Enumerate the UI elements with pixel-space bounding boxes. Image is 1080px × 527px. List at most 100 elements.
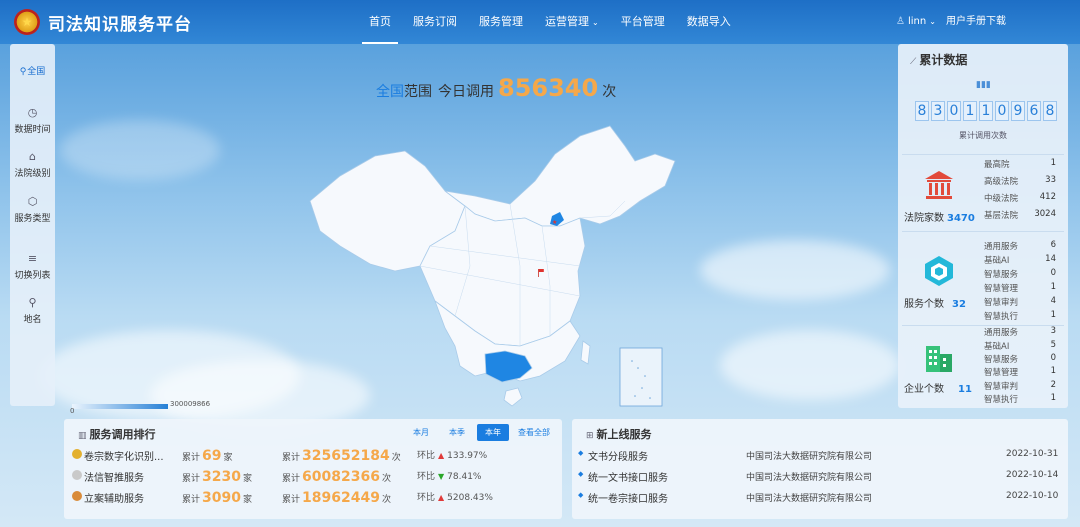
kv-name: 智慧管理 [984, 368, 1019, 378]
ratio: 环比 ▲ 133.97% [417, 448, 487, 461]
hexagon-icon: ⬡ [27, 195, 38, 208]
location-pin-icon: ⚲ [19, 67, 27, 77]
sidebar-item-service-type[interactable]: ⬡ 服务类型 [10, 195, 55, 224]
panel-title-text: 新上线服务 [596, 428, 652, 441]
sidebar-item-court-level[interactable]: ⌂ 法院级别 [10, 150, 55, 179]
court-total: 累计 3230 家 [182, 469, 252, 485]
court-count: 69 [202, 448, 222, 464]
map-region-taiwan[interactable] [580, 340, 591, 365]
court-count: 3090 [202, 490, 241, 506]
south-sea-inset[interactable] [619, 347, 663, 407]
background-cloud [720, 330, 900, 400]
enterprise-type-row: 智慧审判 2 [984, 380, 1056, 394]
sidebar-item-data-time[interactable]: ◷ 数据时间 [10, 106, 55, 135]
enterprise-type-row: 智慧服务 0 [984, 353, 1056, 367]
counter-digit: 9 [1011, 101, 1025, 121]
tab-this-month[interactable]: 本月 [405, 424, 437, 441]
new-services-panel: ⊞ 新上线服务 ◆ 文书分段服务 中国司法大数据研究院有限公司 2022-10-3… [572, 419, 1068, 519]
panel-title-text: 服务调用排行 [89, 428, 156, 441]
kv-value: 1 [1050, 393, 1056, 403]
user-menu[interactable]: ♙ linn ⌄ [896, 0, 936, 44]
stat-label: 法院家数 [904, 213, 944, 224]
map-scope[interactable]: 全国 [376, 81, 404, 101]
top-header: ★ 司法知识服务平台 首页 服务订阅 服务管理 运营管理 ⌄ 平台管理 数据导入 … [0, 0, 1080, 44]
capital-marker-icon: ★ [552, 219, 557, 226]
enterprise-count-stat: 企业个数 11 [904, 380, 972, 395]
call-count: 60082366 [302, 469, 380, 485]
nav-service-management[interactable]: 服务管理 [468, 0, 534, 44]
nav-label: 服务订阅 [413, 15, 457, 28]
chevron-down-icon: ⌄ [592, 18, 599, 27]
kv-value: 3 [1050, 326, 1056, 336]
kv-value: 1 [1050, 282, 1056, 292]
call-total: 累计 325652184 次 [282, 448, 401, 464]
kv-name: 中级法院 [984, 194, 1019, 204]
nav-operations[interactable]: 运营管理 ⌄ [534, 0, 610, 44]
unit: 家 [223, 453, 233, 463]
counter-digit: 8 [915, 101, 929, 121]
unit: 家 [242, 495, 252, 505]
counter-digit: 8 [1043, 101, 1057, 121]
court-building-icon [925, 171, 953, 199]
court-count: 3230 [202, 469, 241, 485]
today-calls-label: 今日调用 [438, 84, 494, 100]
kv-name: 智慧审判 [984, 382, 1019, 392]
kv-name: 最高院 [984, 160, 1010, 170]
counter-digit: 6 [1027, 101, 1041, 121]
username: linn [907, 16, 927, 27]
service-name[interactable]: 卷宗数字化识别... [84, 448, 174, 463]
sidebar-item-nationwide[interactable]: ⚲全国 [10, 64, 55, 77]
app-logo[interactable]: ★ 司法知识服务平台 [14, 9, 192, 35]
view-all-link[interactable]: 查看全部 [518, 427, 550, 438]
table-row[interactable]: 立案辅助服务 累计 3090 家 累计 18962449 次 环比 ▲ 5208.43% [72, 488, 562, 506]
nav-subscription[interactable]: 服务订阅 [402, 0, 468, 44]
stat-value: 32 [952, 299, 966, 310]
list-item[interactable]: ◆ 文书分段服务 中国司法大数据研究院有限公司 2022-10-31 [578, 447, 1064, 463]
kv-name: 智慧服务 [984, 355, 1019, 365]
enterprise-building-icon [926, 346, 952, 372]
grid-icon: ⊞ [586, 431, 594, 441]
sidebar-item-label: 全国 [27, 67, 46, 77]
china-map[interactable]: ★ [280, 106, 680, 416]
enterprise-type-row: 智慧执行 1 [984, 393, 1056, 407]
user-icon: ♙ [896, 16, 905, 27]
legend-max: 300009866 [170, 400, 211, 408]
tab-this-quarter[interactable]: 本季 [441, 424, 473, 441]
total-prefix: 累计 [282, 495, 301, 505]
kv-name: 基层法院 [984, 211, 1019, 221]
panel-title: ⊞ 新上线服务 [586, 426, 652, 442]
map-region-north[interactable] [444, 125, 676, 227]
table-row[interactable]: 卷宗数字化识别... 累计 69 家 累计 325652184 次 环比 ▲ 133.97% [72, 446, 562, 464]
tab-this-year[interactable]: 本年 [477, 424, 509, 441]
counter-digit: 1 [963, 101, 977, 121]
nav-data-import[interactable]: 数据导入 [676, 0, 742, 44]
kv-name: 智慧管理 [984, 284, 1019, 294]
service-date: 2022-10-31 [1006, 449, 1059, 459]
nav-home[interactable]: 首页 [358, 0, 402, 44]
list-item[interactable]: ◆ 统一文书接口服务 中国司法大数据研究院有限公司 2022-10-14 [578, 468, 1064, 484]
service-name[interactable]: 统一文书接口服务 [588, 469, 668, 484]
total-prefix: 累计 [282, 474, 301, 484]
manual-download-link[interactable]: 用户手册下载 [946, 0, 1006, 44]
stat-value: 11 [958, 384, 972, 395]
map-region-hainan[interactable] [503, 387, 523, 407]
table-row[interactable]: 法信智推服务 累计 3230 家 累计 60082366 次 环比 ▼ 78.41% [72, 467, 562, 485]
service-org: 中国司法大数据研究院有限公司 [746, 452, 873, 462]
background-cloud [700, 240, 890, 300]
panel-title-text: 累计数据 [919, 53, 968, 67]
total-prefix: 累计 [282, 453, 301, 463]
service-name[interactable]: 法信智推服务 [84, 469, 174, 484]
bullet-icon: ◆ [578, 449, 584, 457]
service-name[interactable]: 文书分段服务 [588, 448, 648, 463]
nav-platform-management[interactable]: 平台管理 [610, 0, 676, 44]
nav-label: 服务管理 [479, 15, 523, 28]
kv-value: 1 [1050, 366, 1056, 376]
service-name[interactable]: 统一卷宗接口服务 [588, 490, 668, 505]
service-name[interactable]: 立案辅助服务 [84, 490, 174, 505]
gold-medal-icon [72, 449, 82, 459]
clock-icon: ◷ [27, 106, 38, 119]
sidebar-item-place-name[interactable]: ⚲ 地名 [10, 296, 55, 325]
sidebar-item-switch-list[interactable]: ≡ 切换列表 [10, 252, 55, 281]
kv-value: 1 [1050, 310, 1056, 320]
list-item[interactable]: ◆ 统一卷宗接口服务 中国司法大数据研究院有限公司 2022-10-10 [578, 489, 1064, 505]
